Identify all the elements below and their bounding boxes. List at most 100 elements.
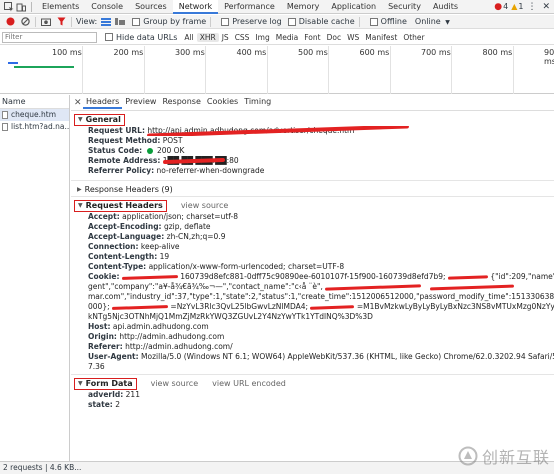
capture-screenshots-icon[interactable]	[40, 16, 52, 28]
filter-type-doc[interactable]: Doc	[324, 33, 345, 42]
remote-address-row: Remote Address: 1██.██.███.██:80	[88, 156, 554, 166]
disable-cache-checkbox[interactable]	[287, 17, 296, 26]
timeline-gridline	[82, 46, 83, 94]
header-key: Accept-Language:	[88, 232, 165, 241]
redaction-scribble	[325, 283, 422, 291]
filter-type-js[interactable]: JS	[219, 33, 232, 42]
request-list: Name cheque.htm list.htm?ad.na...	[0, 95, 70, 461]
tab-memory[interactable]: Memory	[281, 0, 326, 14]
filter-type-css[interactable]: CSS	[232, 33, 253, 42]
throttling-select[interactable]: Online ▼	[415, 17, 450, 26]
filter-type-manifest[interactable]: Manifest	[362, 33, 400, 42]
group-by-frame-label: Group by frame	[143, 17, 207, 26]
header-value: gzip, deflate	[163, 222, 211, 231]
timeline-gridline	[205, 46, 206, 94]
tab-network[interactable]: Network	[172, 0, 219, 14]
detail-tab-headers[interactable]: Headers	[83, 95, 123, 109]
request-method-row: Request Method: POST	[88, 136, 183, 145]
response-headers-section-header[interactable]: ▶ Response Headers (9)	[74, 183, 554, 196]
request-row[interactable]: list.htm?ad.na...	[0, 121, 69, 133]
timeline-tick-label: 900 ms	[544, 48, 554, 66]
form-data-view-source-link[interactable]: view source	[151, 377, 199, 390]
header-value: application/x-www-form-urlencoded; chars…	[148, 262, 345, 271]
headers-view: ▼ General Request URL: http://api.admin.…	[71, 110, 554, 410]
host-row: Host: api.admin.adhudong.com	[88, 322, 209, 331]
cookie-continuation: mar.com","industry_id":37,"type":1,"stat…	[88, 292, 554, 301]
timeline-gridline	[451, 46, 452, 94]
timeline-gridline	[266, 46, 268, 94]
filter-type-xhr[interactable]: XHR	[196, 32, 219, 42]
filter-input[interactable]	[2, 31, 97, 43]
resource-type-filters: All XHR JS CSS Img Media Font Doc WS Manifest Othe…	[181, 32, 427, 42]
error-count: 4	[503, 2, 509, 11]
request-headers-section-header[interactable]: ▼ Request Headers view source	[74, 199, 554, 212]
timeline-tick-label: 300 ms	[175, 48, 205, 57]
request-name: cheque.htm	[11, 110, 57, 119]
warning-count: 1	[518, 2, 524, 11]
close-devtools-icon[interactable]: ✕	[542, 2, 550, 12]
view-url-encoded-link[interactable]: view URL encoded	[212, 377, 286, 390]
general-section-header[interactable]: ▼ General	[74, 113, 554, 126]
more-menu-icon[interactable]: ⋮	[527, 2, 536, 12]
request-header-row: Connection: keep-alive	[88, 242, 554, 252]
timeline-bar	[14, 66, 74, 68]
status-code-row: Status Code: 200 OK	[88, 146, 185, 155]
devtools-tabs: Elements Console Sources Network Performance…	[36, 0, 464, 14]
error-counter[interactable]: ● 4 ▲ 1	[494, 2, 523, 12]
detail-tab-timing[interactable]: Timing	[241, 95, 274, 109]
detail-tab-cookies[interactable]: Cookies	[204, 95, 241, 109]
large-rows-icon[interactable]	[100, 16, 112, 28]
clear-icon[interactable]	[19, 16, 31, 28]
request-header-row: Content-Type: application/x-www-form-url…	[88, 262, 554, 272]
filter-icon[interactable]	[55, 16, 67, 28]
file-icon	[2, 123, 8, 131]
request-header-row: Content-Length: 19	[88, 252, 554, 262]
hide-data-urls-checkbox[interactable]	[105, 33, 113, 41]
timeline-tick-label: 200 ms	[113, 48, 144, 57]
inspect-element-icon[interactable]	[3, 1, 15, 13]
close-detail-icon[interactable]: ✕	[74, 98, 82, 108]
overview-icon[interactable]	[114, 16, 126, 28]
request-name: list.htm?ad.na...	[11, 122, 69, 131]
detail-tab-preview[interactable]: Preview	[122, 95, 159, 109]
timeline-tick-label: 700 ms	[421, 48, 451, 57]
timeline-tick-label: 800 ms	[482, 48, 513, 57]
filter-type-ws[interactable]: WS	[344, 33, 362, 42]
offline-checkbox[interactable]	[369, 17, 378, 26]
filter-type-img[interactable]: Img	[252, 33, 272, 42]
tab-performance[interactable]: Performance	[218, 0, 281, 14]
tab-security[interactable]: Security	[382, 0, 427, 14]
tab-console[interactable]: Console	[85, 0, 129, 14]
header-key: Content-Type:	[88, 262, 147, 271]
tab-sources[interactable]: Sources	[129, 0, 173, 14]
timeline-tick-label: 100 ms	[52, 48, 82, 57]
form-data-section-header[interactable]: ▼ Form Data view source view URL encoded	[74, 377, 554, 390]
tab-audits[interactable]: Audits	[427, 0, 464, 14]
name-column-header[interactable]: Name	[0, 95, 69, 109]
filter-type-font[interactable]: Font	[301, 33, 323, 42]
cookie-continuation: kNTg5Njc3OTNhMjQ1MmZjMzRkYWQ3ZGUvL2Y4NzY…	[88, 312, 373, 321]
redaction-scribble	[121, 274, 178, 280]
timeline-tick-label: 500 ms	[298, 48, 328, 57]
tab-elements[interactable]: Elements	[36, 0, 85, 14]
filter-type-media[interactable]: Media	[273, 33, 302, 42]
request-headers-view-source-link[interactable]: view source	[181, 199, 229, 212]
collapsed-triangle-icon: ▶	[77, 186, 82, 193]
user-agent-continuation: 7.36	[88, 362, 105, 371]
watermark-text: 创新互联	[481, 448, 550, 467]
header-key: Accept-Encoding:	[88, 222, 162, 231]
network-overview-timeline[interactable]: 100 ms 200 ms 300 ms 400 ms 500 ms 600 ms 700 …	[0, 46, 554, 94]
user-agent-row: User-Agent: Mozilla/5.0 (Windows NT 6.1;…	[88, 352, 554, 361]
detail-tab-response[interactable]: Response	[159, 95, 203, 109]
request-row[interactable]: cheque.htm	[0, 109, 69, 121]
record-icon[interactable]	[4, 16, 16, 28]
filter-type-other[interactable]: Other	[400, 33, 427, 42]
device-toolbar-icon[interactable]	[15, 1, 27, 13]
request-detail-pane: ✕ Headers Preview Response Cookies Timing ▼ …	[71, 95, 554, 461]
filter-type-all[interactable]: All	[181, 33, 196, 42]
tab-application[interactable]: Application	[325, 0, 382, 14]
preserve-log-checkbox[interactable]	[221, 17, 230, 26]
redaction-scribble	[447, 274, 488, 280]
group-by-frame-checkbox[interactable]	[132, 17, 141, 26]
timeline-gridline	[328, 46, 329, 94]
